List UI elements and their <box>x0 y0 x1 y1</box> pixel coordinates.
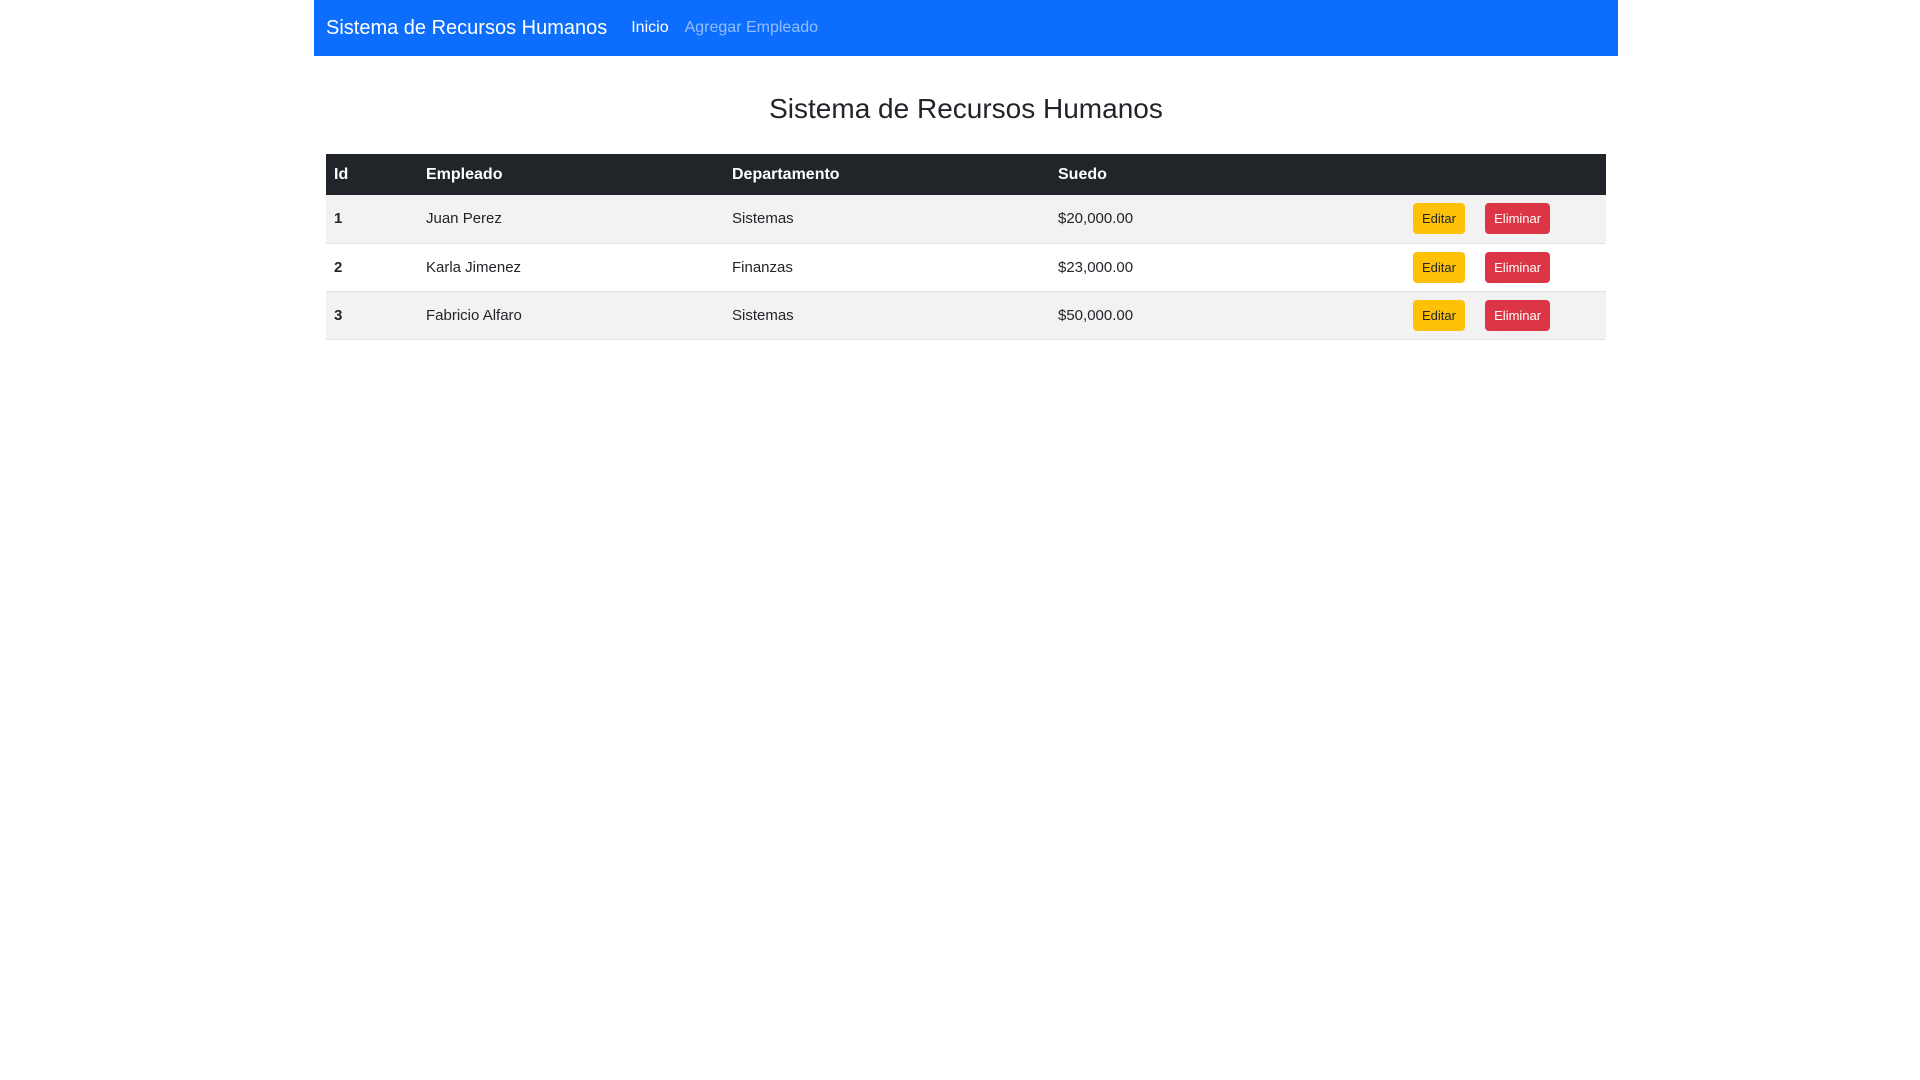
delete-button[interactable]: Eliminar <box>1485 299 1551 331</box>
edit-button[interactable]: Editar <box>1413 251 1465 283</box>
app-container: Sistema de Recursos Humanos Inicio Agreg… <box>314 0 1618 340</box>
cell-employee: Fabricio Alfaro <box>426 306 522 324</box>
navbar-brand[interactable]: Sistema de Recursos Humanos <box>326 17 607 40</box>
cell-salary: $23,000.00 <box>1058 258 1134 276</box>
cell-employee: Karla Jimenez <box>426 258 522 276</box>
table-header-row: Id Empleado Departamento Suedo <box>326 154 1606 195</box>
cell-actions: Editar Eliminar <box>1405 291 1606 339</box>
nav-link-agregar-empleado[interactable]: Agregar Empleado <box>685 19 818 37</box>
table-row: 3 Fabricio Alfaro Sistemas $50,000.00 Ed… <box>326 291 1606 339</box>
cell-employee: Juan Perez <box>426 210 502 228</box>
cell-department: Finanzas <box>732 258 793 276</box>
cell-id: 3 <box>334 306 343 324</box>
navbar: Sistema de Recursos Humanos Inicio Agreg… <box>314 0 1618 56</box>
edit-button[interactable]: Editar <box>1413 299 1465 331</box>
cell-department: Sistemas <box>732 210 794 228</box>
employee-table-wrapper: Id Empleado Departamento Suedo 1 Juan Pe… <box>326 154 1606 340</box>
cell-department: Sistemas <box>732 306 794 324</box>
page-title: Sistema de Recursos Humanos <box>769 93 1163 124</box>
table-header: Id Empleado Departamento Suedo <box>326 154 1606 195</box>
delete-button[interactable]: Eliminar <box>1485 251 1551 283</box>
table-row: 2 Karla Jimenez Finanzas $23,000.00 Edit… <box>326 243 1606 291</box>
delete-button[interactable]: Eliminar <box>1485 203 1551 235</box>
cell-id: 1 <box>334 210 343 228</box>
nav-link-inicio[interactable]: Inicio <box>631 19 668 37</box>
cell-salary: $50,000.00 <box>1058 306 1134 324</box>
cell-actions: Editar Eliminar <box>1405 243 1606 291</box>
header-actions <box>1405 154 1606 195</box>
header-id: Id <box>334 165 349 183</box>
edit-button[interactable]: Editar <box>1413 203 1465 235</box>
table-row: 1 Juan Perez Sistemas $20,000.00 Editar … <box>326 195 1606 243</box>
header-employee: Empleado <box>426 165 503 183</box>
cell-salary: $20,000.00 <box>1058 210 1134 228</box>
header-salary: Suedo <box>1058 165 1107 183</box>
table-body: 1 Juan Perez Sistemas $20,000.00 Editar … <box>326 195 1606 339</box>
cell-id: 2 <box>334 258 343 276</box>
header-department: Departamento <box>732 165 840 183</box>
cell-actions: Editar Eliminar <box>1405 195 1606 243</box>
page-header: Sistema de Recursos Humanos <box>314 89 1618 129</box>
employee-table: Id Empleado Departamento Suedo 1 Juan Pe… <box>326 154 1606 340</box>
